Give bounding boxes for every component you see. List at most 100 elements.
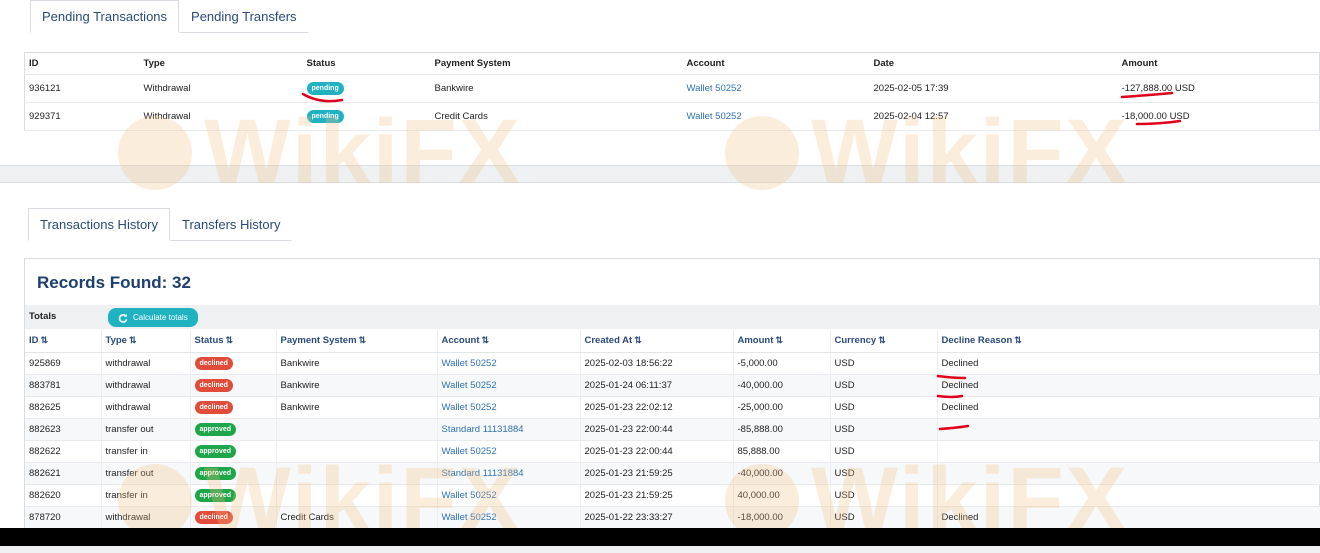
cell-type: withdrawal xyxy=(101,506,191,529)
cell-created-at: 2025-01-23 22:02:12 xyxy=(580,396,734,419)
account-link[interactable]: Wallet 50252 xyxy=(442,490,497,501)
cell-decline-reason: Declined xyxy=(937,374,1320,397)
cell-status: declined xyxy=(190,374,277,397)
account-link[interactable]: Standard 11131884 xyxy=(442,424,524,435)
cell-decline-reason: Declined xyxy=(937,506,1320,529)
col-header-id: ID xyxy=(24,52,140,75)
cell-id: 878720 xyxy=(25,506,102,529)
pending-panel: Pending Transactions Pending Transfers I… xyxy=(0,0,1320,166)
cell-amount: -40,000.00 xyxy=(733,462,831,485)
cell-payment-system: Bankwire xyxy=(276,374,438,397)
cell-decline-reason xyxy=(937,462,1320,485)
cell-type: Withdrawal xyxy=(139,74,303,103)
account-link[interactable]: Wallet 50252 xyxy=(442,446,497,457)
col-header-decline-reason[interactable]: Decline Reason ⇅ xyxy=(937,330,1320,353)
col-header-id[interactable]: ID ⇅ xyxy=(25,330,102,353)
cell-account: Standard 11131884 xyxy=(437,462,581,485)
cell-payment-system: Bankwire xyxy=(276,352,438,375)
cell-currency: USD xyxy=(830,396,938,419)
cell-status: approved xyxy=(190,462,277,485)
cell-decline-reason xyxy=(937,484,1320,507)
cell-id: 882621 xyxy=(25,462,102,485)
cell-status: pending xyxy=(302,74,431,103)
account-link[interactable]: Wallet 50252 xyxy=(442,358,497,369)
table-row: 925869 withdrawal declined Bankwire Wallet 5… xyxy=(25,352,1320,375)
cell-payment-system xyxy=(276,484,438,507)
col-header-amount[interactable]: Amount ⇅ xyxy=(733,330,831,353)
table-header-row: ID ⇅ Type ⇅ Status ⇅ Payment System ⇅ Accoun… xyxy=(25,330,1320,353)
calculate-totals-button[interactable]: Calculate totals xyxy=(108,308,198,327)
cell-amount: -85,888.00 xyxy=(733,418,831,441)
records-found-title: Records Found: 32 xyxy=(37,273,191,292)
col-header-currency[interactable]: Currency ⇅ xyxy=(830,330,938,353)
account-link[interactable]: Wallet 50252 xyxy=(687,111,742,122)
cell-type: Withdrawal xyxy=(139,102,303,131)
col-header-type[interactable]: Type ⇅ xyxy=(101,330,191,353)
cell-id: 882622 xyxy=(25,440,102,463)
table-row: 883781 withdrawal declined Bankwire Wallet 5… xyxy=(25,374,1320,397)
sort-icon[interactable]: ⇅ xyxy=(359,335,367,345)
sort-icon[interactable]: ⇅ xyxy=(129,335,137,345)
cell-currency: USD xyxy=(830,462,938,485)
sort-icon[interactable]: ⇅ xyxy=(41,335,49,345)
account-link[interactable]: Wallet 50252 xyxy=(442,402,497,413)
account-link[interactable]: Wallet 50252 xyxy=(442,380,497,391)
cell-account: Wallet 50252 xyxy=(437,484,581,507)
status-badge: approved xyxy=(194,466,237,480)
col-header-account[interactable]: Account ⇅ xyxy=(437,330,581,353)
col-header-label: ID xyxy=(29,335,39,347)
cell-id: 929371 xyxy=(24,102,140,131)
cell-decline-reason: Declined xyxy=(937,396,1320,419)
sort-icon[interactable]: ⇅ xyxy=(878,335,886,345)
tab-transfers-history[interactable]: Transfers History xyxy=(170,208,293,241)
status-badge: approved xyxy=(194,444,237,458)
col-header-status: Status xyxy=(302,52,431,75)
col-header-label: Type xyxy=(105,335,127,347)
cell-id: 883781 xyxy=(25,374,102,397)
cell-currency: USD xyxy=(830,352,938,375)
cell-decline-reason xyxy=(937,418,1320,441)
col-header-payment-system[interactable]: Payment System ⇅ xyxy=(276,330,438,353)
cell-type: transfer out xyxy=(101,462,191,485)
tab-transactions-history[interactable]: Transactions History xyxy=(28,208,170,241)
sort-icon[interactable]: ⇅ xyxy=(226,335,234,345)
status-badge: declined xyxy=(194,356,233,370)
cell-created-at: 2025-01-23 21:59:25 xyxy=(580,484,734,507)
tab-pending-transactions[interactable]: Pending Transactions xyxy=(30,0,180,33)
account-link[interactable]: Wallet 50252 xyxy=(687,83,742,94)
cell-type: transfer out xyxy=(101,418,191,441)
cell-status: approved xyxy=(190,484,277,507)
tab-pending-transfers[interactable]: Pending Transfers xyxy=(179,0,309,33)
cell-id: 925869 xyxy=(25,352,102,375)
cell-account: Wallet 50252 xyxy=(437,352,581,375)
col-header-status[interactable]: Status ⇅ xyxy=(190,330,277,353)
sort-icon[interactable]: ⇅ xyxy=(482,335,490,345)
cell-currency: USD xyxy=(830,484,938,507)
cell-account: Wallet 50252 xyxy=(682,74,870,103)
cell-currency: USD xyxy=(830,506,938,529)
cell-id: 882620 xyxy=(25,484,102,507)
cell-created-at: 2025-02-03 18:56:22 xyxy=(580,352,734,375)
cell-id: 882625 xyxy=(25,396,102,419)
cell-amount: -18,000.00 USD xyxy=(1117,102,1320,131)
account-link[interactable]: Standard 11131884 xyxy=(442,468,524,479)
status-badge: declined xyxy=(194,400,233,414)
cell-status: approved xyxy=(190,440,277,463)
pending-transactions-table: ID Type Status Payment System Account Da… xyxy=(24,52,1320,131)
totals-bar: Totals Calculate totals xyxy=(25,305,1320,329)
account-link[interactable]: Wallet 50252 xyxy=(442,512,497,523)
col-header-created-at[interactable]: Created At ⇅ xyxy=(580,330,734,353)
sort-icon[interactable]: ⇅ xyxy=(775,335,783,345)
cell-amount: -40,000.00 xyxy=(733,374,831,397)
sort-icon[interactable]: ⇅ xyxy=(1014,335,1022,345)
cell-currency: USD xyxy=(830,374,938,397)
status-badge: declined xyxy=(194,378,233,392)
cell-amount: -127,888.00 USD xyxy=(1117,74,1320,103)
col-header-payment-system: Payment System xyxy=(430,52,683,75)
col-header-label: Payment System xyxy=(280,335,357,347)
cell-id: 882623 xyxy=(25,418,102,441)
table-row: 882620 transfer in approved Wallet 50252 202… xyxy=(25,484,1320,507)
status-badge: approved xyxy=(194,422,237,436)
sort-icon[interactable]: ⇅ xyxy=(634,335,642,345)
cell-status: declined xyxy=(190,396,277,419)
